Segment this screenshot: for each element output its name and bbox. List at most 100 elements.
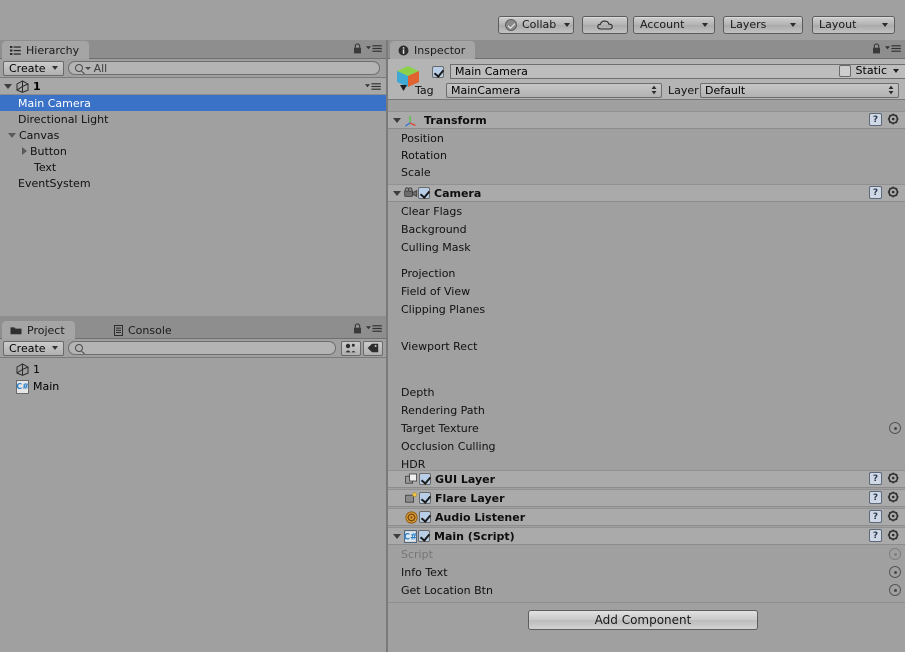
hierarchy-create-button[interactable]: Create [3,60,64,76]
gear-icon[interactable] [887,529,900,542]
filter-by-type-button[interactable] [341,340,361,356]
camera-header[interactable]: Camera ? [388,184,905,202]
help-icon[interactable]: ? [869,186,882,199]
depth-row: Depth -1 [388,384,905,401]
background-row: Background [388,221,905,238]
gear-icon[interactable] [887,186,900,199]
help-icon[interactable]: ? [869,510,882,523]
cloud-button[interactable] [582,16,628,34]
transform-header[interactable]: Transform ? [388,111,905,129]
layout-label: Layout [819,18,857,31]
layer-dropdown[interactable]: Default [700,82,899,98]
filter-by-label-button[interactable] [363,340,383,356]
lock-icon[interactable] [353,323,362,334]
camera-enabled-checkbox[interactable] [418,187,430,199]
object-picker-icon[interactable] [889,584,901,596]
gui-layer-enabled-checkbox[interactable] [419,473,431,485]
main-script-header[interactable]: C# Main (Script) ? [388,527,905,545]
help-icon[interactable]: ? [869,113,882,126]
component-main-script: C# Main (Script) ? Script Info Text Get … [388,527,905,599]
hierarchy-item-directional-light[interactable]: Directional Light [0,111,386,127]
flare-layer-icon [405,492,417,504]
search-icon [74,344,83,352]
help-icon[interactable]: ? [869,529,882,542]
expand-arrow-icon[interactable] [393,117,401,123]
lock-icon[interactable] [872,43,881,54]
help-icon[interactable]: ? [869,472,882,485]
layer-label: Layer [668,83,699,97]
gear-icon[interactable] [887,510,900,523]
info-text-label: Info Text [401,566,448,579]
scene-menu-icon[interactable] [365,82,381,91]
layers-button[interactable]: Layers [723,16,803,34]
hierarchy-item-label: EventSystem [18,176,91,190]
panel-menu-icon[interactable] [366,44,382,53]
gameobject-header: Main Camera Static Tag MainCamera Layer … [388,59,905,100]
project-search-input[interactable] [67,341,336,355]
hierarchy-item-main-camera[interactable]: Main Camera [0,95,386,111]
project-item-scene[interactable]: 1 [0,361,386,378]
collab-button[interactable]: Collab [498,16,574,34]
viewport-rect-row: Viewport Rect X 0 Y 0 [388,338,905,355]
expand-arrow-icon[interactable] [4,83,12,89]
hierarchy-search-input[interactable]: All [67,61,380,75]
audio-listener-enabled-checkbox[interactable] [419,511,431,523]
static-checkbox[interactable] [838,64,851,77]
hierarchy-item-label: Canvas [19,128,60,142]
script-label: Script [401,548,433,561]
hierarchy-item-canvas[interactable]: Canvas [0,127,386,143]
project-create-button[interactable]: Create [3,340,64,356]
occlusion-culling-label: Occlusion Culling [401,440,496,453]
hierarchy-item-text[interactable]: Text [0,159,386,175]
collapse-arrow-icon[interactable] [22,147,27,155]
gameobject-enabled-checkbox[interactable] [432,65,444,78]
hierarchy-search-value: All [93,61,108,75]
account-button[interactable]: Account [633,16,715,34]
tab-hierarchy[interactable]: Hierarchy [2,41,90,59]
script-row: Script C# Main [388,546,905,563]
field-of-view-row: Field of View 60 [388,283,905,300]
inspector-panel: Inspector Main Camera Static Tag MainCam… [388,40,905,652]
help-icon[interactable]: ? [869,491,882,504]
expand-arrow-icon[interactable] [393,190,401,196]
gear-icon[interactable] [887,113,900,126]
object-picker-icon[interactable] [889,422,901,434]
expand-arrow-icon[interactable] [393,533,401,539]
tab-inspector[interactable]: Inspector [390,41,476,59]
static-toggle[interactable]: Static [838,64,899,77]
component-gui-layer: GUI Layer ? [388,470,905,488]
camera-title: Camera [434,186,482,200]
panel-menu-icon[interactable] [366,324,382,333]
lock-icon[interactable] [353,43,362,54]
gameobject-name-input[interactable]: Main Camera [450,64,905,79]
project-panel: Project Console Create 1 C# Main [0,320,386,652]
tab-console[interactable]: Console [106,321,182,339]
hierarchy-list-icon [10,45,21,55]
scene-row[interactable]: 1 [0,78,386,95]
chevron-down-icon [51,346,58,350]
object-picker-icon[interactable] [889,566,901,578]
layer-value: Default [705,83,746,97]
flare-layer-enabled-checkbox[interactable] [419,492,431,504]
main-script-enabled-checkbox[interactable] [418,530,430,542]
project-item-script[interactable]: C# Main [0,378,386,395]
expand-arrow-icon[interactable] [8,132,16,138]
chevron-down-icon[interactable] [893,68,899,73]
gear-icon[interactable] [887,472,900,485]
add-component-button[interactable]: Add Component [528,610,758,630]
gui-layer-header[interactable]: GUI Layer ? [388,470,905,488]
audio-listener-header[interactable]: Audio Listener ? [388,508,905,526]
hierarchy-item-button[interactable]: Button [0,143,386,159]
tag-dropdown[interactable]: MainCamera [446,82,662,98]
clear-flags-row: Clear Flags Solid Color [388,203,905,220]
info-text-row: Info Text T Text (Text) [388,564,905,581]
hierarchy-create-label: Create [9,61,46,75]
hierarchy-item-eventsystem[interactable]: EventSystem [0,175,386,191]
flare-layer-header[interactable]: Flare Layer ? [388,489,905,507]
gear-icon[interactable] [887,491,900,504]
hierarchy-item-label: Directional Light [18,112,109,126]
tab-project[interactable]: Project [2,321,75,339]
panel-menu-icon[interactable] [885,44,901,53]
hierarchy-tabrow: Hierarchy [0,40,386,59]
layout-button[interactable]: Layout [812,16,895,34]
